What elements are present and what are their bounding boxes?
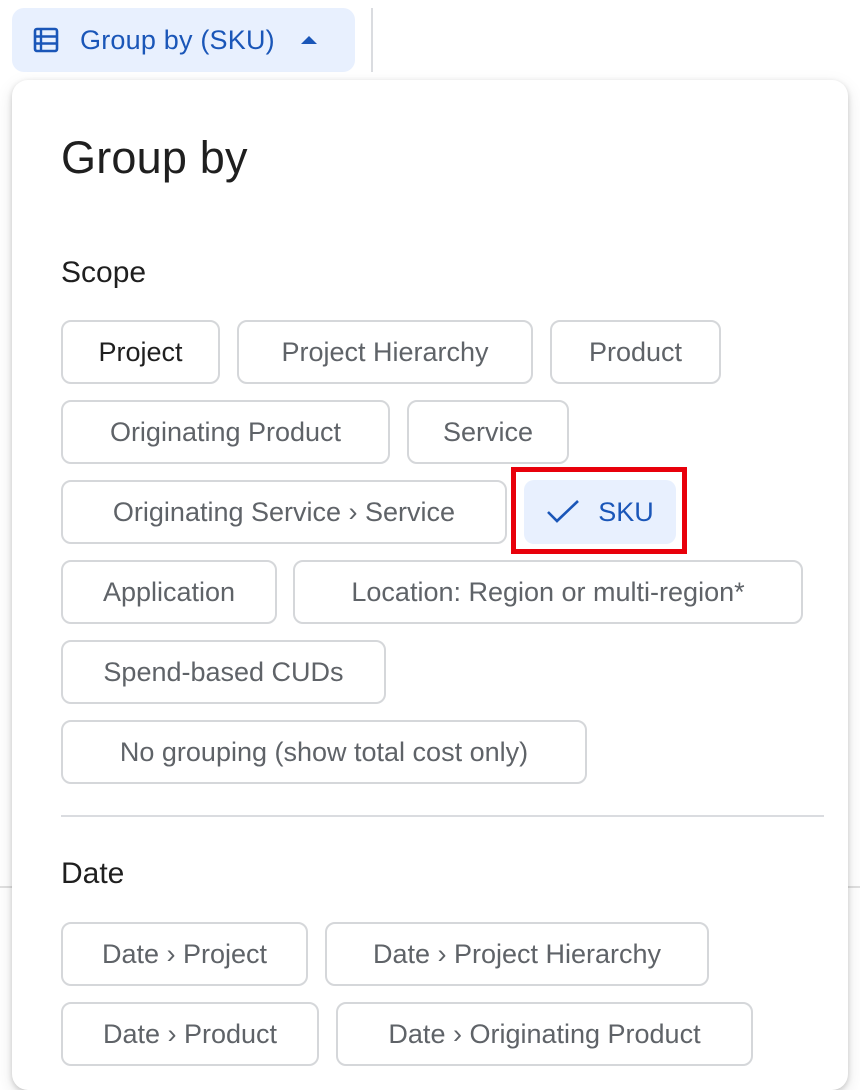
group-by-button[interactable]: Group by (SKU) <box>12 8 355 72</box>
chip-label: Spend-based CUDs <box>103 656 344 687</box>
chip-date-project[interactable]: Date › Project <box>61 922 308 986</box>
chip-label: Project Hierarchy <box>281 336 489 367</box>
chip-project-hierarchy[interactable]: Project Hierarchy <box>237 320 533 384</box>
table-rows-icon <box>32 26 60 54</box>
chip-label: Date › Product <box>102 1018 278 1049</box>
chip-date-product[interactable]: Date › Product <box>61 1002 319 1066</box>
chip-originating-service[interactable]: Originating Service › Service <box>61 480 507 544</box>
chip-application[interactable]: Application <box>61 560 277 624</box>
chip-label: Originating Service › Service <box>112 496 456 527</box>
chip-label: Date › Project <box>101 938 268 969</box>
chip-label: Date › Project Hierarchy <box>372 938 662 969</box>
chip-product[interactable]: Product <box>550 320 721 384</box>
chip-label: Service <box>442 416 534 447</box>
chip-label: Application <box>102 576 236 607</box>
chip-originating-product[interactable]: Originating Product <box>61 400 390 464</box>
chip-spend-based-cuds[interactable]: Spend-based CUDs <box>61 640 386 704</box>
section-divider <box>61 815 824 817</box>
sku-highlight-box <box>511 467 687 554</box>
chip-date-project-hierarchy[interactable]: Date › Project Hierarchy <box>325 922 709 986</box>
section-label-scope: Scope <box>61 256 147 289</box>
section-label-date: Date <box>61 857 125 890</box>
toolbar-divider <box>371 8 373 72</box>
caret-up-icon <box>300 36 317 44</box>
chip-label: Project <box>98 336 183 367</box>
group-by-button-label: Group by (SKU) <box>80 24 275 55</box>
panel-title: Group by <box>61 132 248 183</box>
chip-date-originating-product[interactable]: Date › Originating Product <box>336 1002 753 1066</box>
chip-label: Location: Region or multi-region* <box>351 576 745 607</box>
chip-label: Originating Product <box>109 416 342 447</box>
chip-service[interactable]: Service <box>407 400 569 464</box>
chip-label: Date › Originating Product <box>388 1018 701 1049</box>
chip-location[interactable]: Location: Region or multi-region* <box>293 560 803 624</box>
chip-project[interactable]: Project <box>61 320 220 384</box>
chip-label: Product <box>588 336 683 367</box>
chip-no-grouping[interactable]: No grouping (show total cost only) <box>61 720 587 784</box>
chip-label: No grouping (show total cost only) <box>119 736 529 767</box>
group-by-panel: Group by Scope Project Project Hierarchy… <box>12 80 848 1090</box>
